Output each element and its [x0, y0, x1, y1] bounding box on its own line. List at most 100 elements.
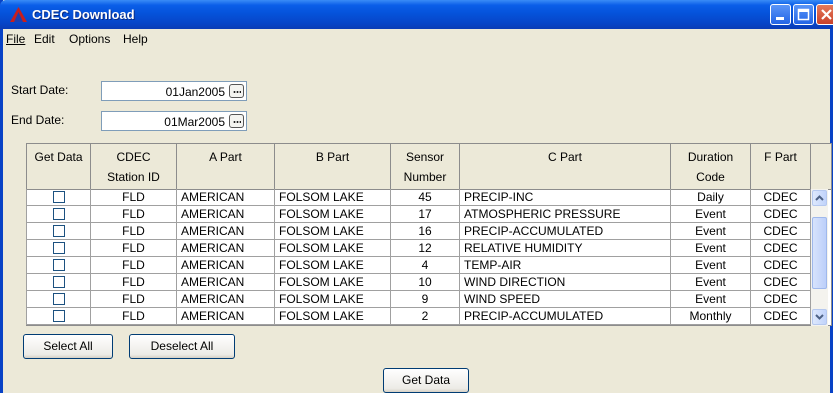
f-part-cell: CDEC: [751, 189, 811, 206]
end-date-picker-button[interactable]: [229, 114, 244, 128]
station-id-cell: FLD: [91, 308, 177, 325]
window-title: CDEC Download: [32, 7, 135, 22]
station-id-cell: FLD: [91, 189, 177, 206]
station-id-cell: FLD: [91, 206, 177, 223]
get-data-checkbox[interactable]: [53, 276, 65, 288]
header-duration-code[interactable]: Duration Code: [671, 144, 751, 190]
menu-edit[interactable]: Edit: [34, 32, 55, 46]
header-duration-code-line: Duration: [687, 150, 734, 164]
header-station-id[interactable]: CDEC Station ID: [91, 144, 177, 190]
maximize-icon: [797, 8, 810, 21]
get-data-cell: [26, 291, 91, 308]
header-sensor-number[interactable]: Sensor Number: [391, 144, 460, 190]
get-data-checkbox[interactable]: [53, 191, 65, 203]
table-row[interactable]: FLD AMERICAN FOLSOM LAKE 16 PRECIP-ACCUMULAT…: [26, 223, 811, 240]
scroll-down-button[interactable]: [812, 309, 827, 325]
table-row[interactable]: FLD AMERICAN FOLSOM LAKE 10 WIND DIRECTION Ev…: [26, 274, 811, 291]
a-part-cell: AMERICAN: [177, 223, 275, 240]
header-duration-code-line: Code: [696, 170, 725, 184]
get-data-checkbox[interactable]: [53, 310, 65, 322]
header-c-part[interactable]: C Part: [460, 144, 671, 190]
cdec-download-window: CDEC Download File Edit Options Help Sta…: [0, 0, 833, 393]
get-data-checkbox[interactable]: [53, 242, 65, 254]
maximize-button[interactable]: [793, 4, 814, 25]
chevron-down-icon: [815, 314, 824, 320]
select-all-button[interactable]: Select All: [23, 334, 113, 359]
header-b-part[interactable]: B Part: [275, 144, 391, 190]
sensor-number-cell: 16: [391, 223, 460, 240]
sensor-number-cell: 4: [391, 257, 460, 274]
get-data-cell: [26, 206, 91, 223]
header-get-data-line: Get Data: [34, 150, 83, 164]
minimize-button[interactable]: [770, 4, 791, 25]
start-date-label: Start Date:: [11, 83, 69, 97]
get-data-cell: [26, 274, 91, 291]
vertical-scrollbar[interactable]: [811, 189, 828, 326]
sensor-number-cell: 17: [391, 206, 460, 223]
station-id-cell: FLD: [91, 257, 177, 274]
get-data-checkbox[interactable]: [53, 208, 65, 220]
ellipsis-icon: [233, 91, 241, 93]
a-part-cell: AMERICAN: [177, 189, 275, 206]
menu-file[interactable]: File: [6, 32, 25, 46]
a-part-cell: AMERICAN: [177, 257, 275, 274]
sensor-number-cell: 2: [391, 308, 460, 325]
header-b-part-line: B Part: [315, 150, 350, 164]
get-data-checkbox[interactable]: [53, 293, 65, 305]
header-a-part[interactable]: A Part: [177, 144, 275, 190]
c-part-cell: WIND DIRECTION: [460, 274, 671, 291]
header-f-part[interactable]: F Part: [751, 144, 811, 190]
menu-options[interactable]: Options: [69, 32, 110, 46]
station-id-cell: FLD: [91, 223, 177, 240]
table-row[interactable]: FLD AMERICAN FOLSOM LAKE 45 PRECIP-INC Daily C…: [26, 189, 811, 206]
sensor-number-cell: 12: [391, 240, 460, 257]
f-part-cell: CDEC: [751, 274, 811, 291]
table-row[interactable]: FLD AMERICAN FOLSOM LAKE 9 WIND SPEED Event CD…: [26, 291, 811, 308]
deselect-all-button[interactable]: Deselect All: [129, 334, 235, 359]
header-get-data[interactable]: Get Data: [26, 144, 91, 190]
station-id-cell: FLD: [91, 291, 177, 308]
title-bar[interactable]: CDEC Download: [0, 0, 833, 29]
close-icon: [821, 9, 832, 20]
f-part-cell: CDEC: [751, 206, 811, 223]
table-body: FLD AMERICAN FOLSOM LAKE 45 PRECIP-INC Daily C…: [26, 189, 811, 326]
end-date-value: 01Mar2005: [164, 115, 225, 129]
f-part-cell: CDEC: [751, 223, 811, 240]
get-data-cell: [26, 240, 91, 257]
end-date-field[interactable]: 01Mar2005: [101, 111, 247, 131]
header-c-part-line: C Part: [547, 150, 582, 164]
b-part-cell: FOLSOM LAKE: [275, 274, 391, 291]
menu-help-label: Help: [123, 32, 148, 46]
c-part-cell: PRECIP-ACCUMULATED: [460, 308, 671, 325]
c-part-cell: RELATIVE HUMIDITY: [460, 240, 671, 257]
f-part-cell: CDEC: [751, 257, 811, 274]
start-date-picker-button[interactable]: [229, 84, 244, 98]
scroll-thumb[interactable]: [812, 217, 827, 289]
table-row[interactable]: FLD AMERICAN FOLSOM LAKE 12 RELATIVE HUMIDIT…: [26, 240, 811, 257]
b-part-cell: FOLSOM LAKE: [275, 257, 391, 274]
station-id-cell: FLD: [91, 240, 177, 257]
minimize-icon: [776, 17, 784, 20]
b-part-cell: FOLSOM LAKE: [275, 291, 391, 308]
b-part-cell: FOLSOM LAKE: [275, 223, 391, 240]
table-row[interactable]: FLD AMERICAN FOLSOM LAKE 2 PRECIP-ACCUMULATE…: [26, 308, 811, 325]
c-part-cell: PRECIP-INC: [460, 189, 671, 206]
f-part-cell: CDEC: [751, 308, 811, 325]
menu-help[interactable]: Help: [123, 32, 148, 46]
header-f-part-line: F Part: [764, 150, 797, 164]
get-data-checkbox[interactable]: [53, 259, 65, 271]
get-data-cell: [26, 223, 91, 240]
table-row[interactable]: FLD AMERICAN FOLSOM LAKE 4 TEMP-AIR Event CDEC: [26, 257, 811, 274]
menu-file-label: File: [6, 32, 26, 46]
a-part-cell: AMERICAN: [177, 274, 275, 291]
sensor-number-cell: 10: [391, 274, 460, 291]
app-logo-icon: [10, 7, 27, 22]
get-data-checkbox[interactable]: [53, 225, 65, 237]
scroll-up-button[interactable]: [812, 190, 827, 206]
start-date-field[interactable]: 01Jan2005: [101, 81, 247, 101]
close-button[interactable]: [816, 4, 833, 25]
get-data-button[interactable]: Get Data: [383, 368, 469, 393]
duration-code-cell: Event: [671, 274, 751, 291]
sensor-number-cell: 9: [391, 291, 460, 308]
table-row[interactable]: FLD AMERICAN FOLSOM LAKE 17 ATMOSPHERIC PRES…: [26, 206, 811, 223]
